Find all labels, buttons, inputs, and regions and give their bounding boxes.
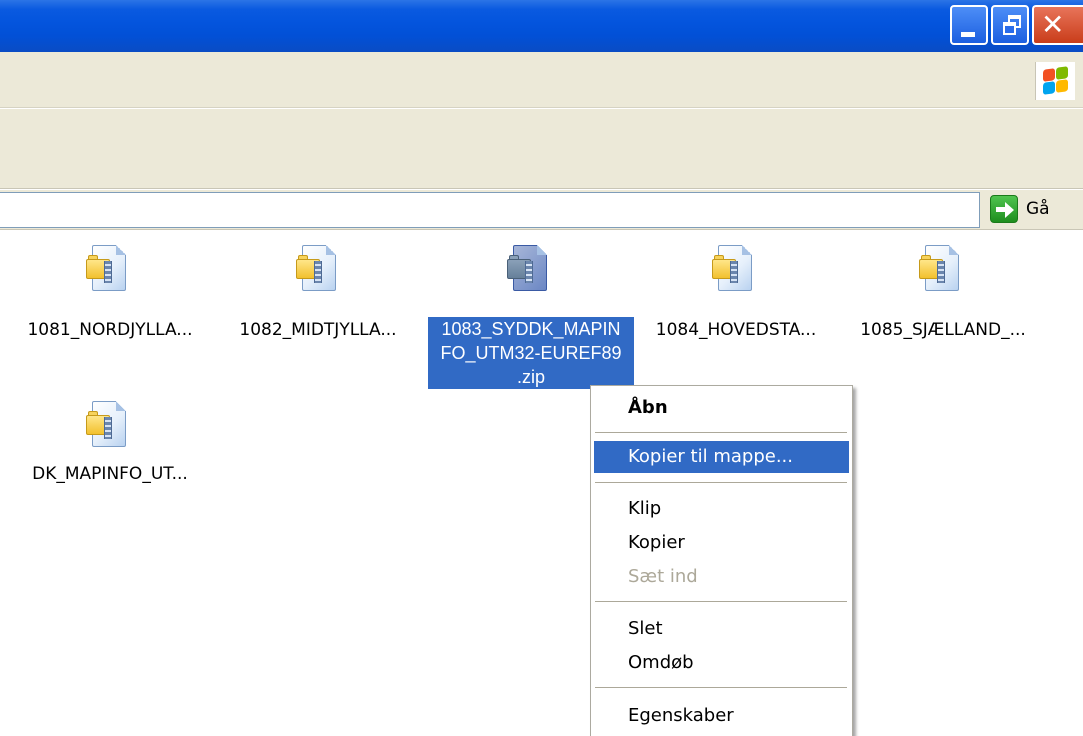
file-name-line: FO_UTM32-EUREF89 bbox=[440, 343, 622, 363]
file-name[interactable]: 1084_HOVEDSTA... bbox=[636, 320, 836, 340]
menu-item-paste: Sæt ind bbox=[628, 566, 698, 587]
menu-item-copy[interactable]: Kopier bbox=[594, 527, 849, 559]
minimize-icon bbox=[961, 32, 975, 37]
menu-item-delete[interactable]: Slet bbox=[594, 613, 849, 645]
menu-bar bbox=[0, 52, 1083, 108]
file-list: 1081_NORDJYLLA... 1082_MIDTJYLLA... 1083… bbox=[0, 231, 1083, 736]
go-button[interactable]: Gå bbox=[990, 195, 1080, 225]
restore-button[interactable] bbox=[991, 5, 1029, 45]
zip-file-icon bbox=[919, 245, 963, 299]
toolbar bbox=[0, 109, 1083, 189]
zip-file-icon bbox=[86, 401, 130, 455]
menu-separator bbox=[595, 432, 847, 433]
zip-file-icon bbox=[86, 245, 130, 299]
go-arrow-icon bbox=[990, 195, 1018, 223]
zip-file-icon bbox=[712, 245, 756, 299]
close-icon: ✕ bbox=[1041, 8, 1065, 41]
restore-icon bbox=[1003, 15, 1021, 37]
menu-separator bbox=[595, 687, 847, 688]
zip-file-icon bbox=[296, 245, 340, 299]
windows-logo-icon bbox=[1035, 62, 1075, 100]
zip-file-icon bbox=[507, 245, 551, 299]
menu-item-copy-to-folder[interactable]: Kopier til mappe... bbox=[594, 441, 849, 473]
close-button[interactable]: ✕ bbox=[1032, 5, 1083, 45]
menu-item-rename[interactable]: Omdøb bbox=[594, 647, 849, 679]
minimize-button[interactable] bbox=[950, 5, 988, 45]
menu-separator bbox=[595, 482, 847, 483]
context-menu: Åbn Kopier til mappe... Klip Kopier Sæt … bbox=[590, 385, 853, 736]
file-name[interactable]: 1082_MIDTJYLLA... bbox=[218, 320, 418, 340]
file-name[interactable]: DK_MAPINFO_UT... bbox=[10, 464, 210, 484]
menu-item-cut[interactable]: Klip bbox=[594, 493, 849, 525]
menu-item-open[interactable]: Åbn bbox=[594, 392, 849, 424]
file-name-selected[interactable]: 1083_SYDDK_MAPIN FO_UTM32-EUREF89 .zip bbox=[428, 317, 634, 389]
file-name-line: 1083_SYDDK_MAPIN bbox=[441, 319, 621, 339]
menu-separator bbox=[595, 601, 847, 602]
file-name[interactable]: 1081_NORDJYLLA... bbox=[10, 320, 210, 340]
menu-item-properties[interactable]: Egenskaber bbox=[594, 700, 849, 732]
address-bar: Gå bbox=[0, 190, 1083, 230]
address-input[interactable] bbox=[0, 192, 980, 228]
title-bar[interactable]: ✕ bbox=[0, 0, 1083, 52]
go-label: Gå bbox=[1026, 199, 1050, 219]
file-name[interactable]: 1085_SJÆLLAND_... bbox=[843, 320, 1043, 340]
